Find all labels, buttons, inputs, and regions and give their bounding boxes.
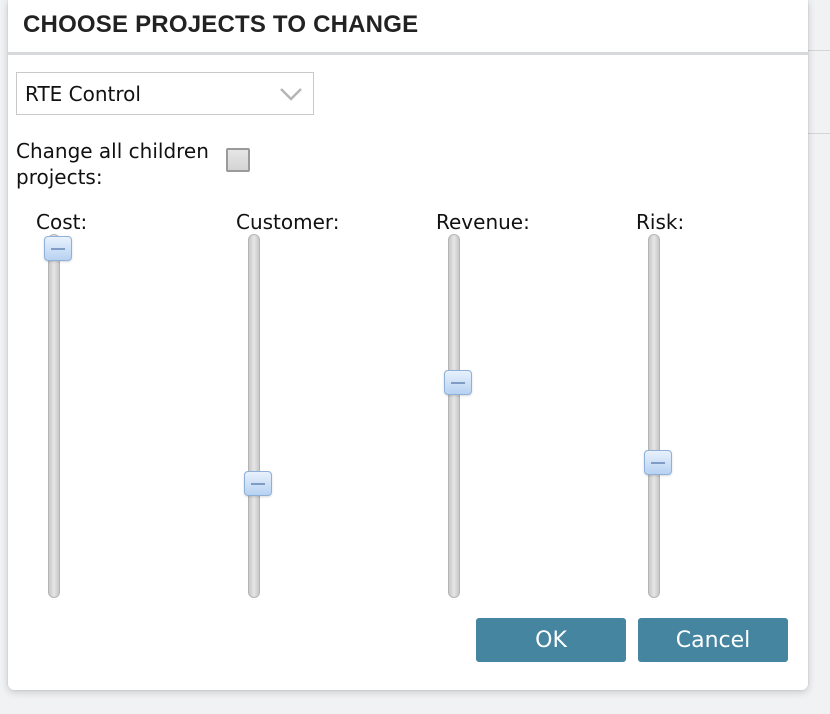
cost-slider-label: Cost: bbox=[36, 210, 88, 234]
risk-slider-track[interactable] bbox=[648, 234, 660, 598]
choose-projects-dialog: CHOOSE PROJECTS TO CHANGE RTE Control Ch… bbox=[8, 0, 808, 690]
customer-slider-thumb[interactable] bbox=[244, 471, 272, 496]
slider-grip bbox=[251, 483, 265, 485]
risk-slider-group: Risk: bbox=[616, 206, 776, 606]
customer-slider-track[interactable] bbox=[248, 234, 260, 598]
chevron-down-icon bbox=[280, 88, 302, 101]
project-select-value: RTE Control bbox=[25, 82, 141, 106]
revenue-slider-group: Revenue: bbox=[416, 206, 576, 606]
cost-slider-thumb[interactable] bbox=[44, 236, 72, 261]
background-strip bbox=[0, 698, 830, 714]
revenue-slider-label: Revenue: bbox=[436, 210, 530, 234]
dialog-title: CHOOSE PROJECTS TO CHANGE bbox=[23, 11, 419, 38]
children-projects-label: Change all children projects: bbox=[16, 139, 209, 189]
slider-grip bbox=[451, 382, 465, 384]
risk-slider-thumb[interactable] bbox=[644, 450, 672, 475]
revenue-slider-track[interactable] bbox=[448, 234, 460, 598]
children-projects-checkbox[interactable] bbox=[226, 148, 250, 172]
customer-slider-group: Customer: bbox=[216, 206, 376, 606]
cancel-button[interactable]: Cancel bbox=[638, 618, 788, 662]
dialog-header: CHOOSE PROJECTS TO CHANGE bbox=[8, 0, 808, 55]
cost-slider-group: Cost: bbox=[16, 206, 176, 606]
slider-grip bbox=[651, 462, 665, 464]
revenue-slider-thumb[interactable] bbox=[444, 370, 472, 395]
ok-button[interactable]: OK bbox=[476, 618, 626, 662]
cost-slider-track[interactable] bbox=[48, 234, 60, 598]
risk-slider-label: Risk: bbox=[636, 210, 685, 234]
project-select[interactable]: RTE Control bbox=[16, 72, 314, 115]
customer-slider-label: Customer: bbox=[236, 210, 340, 234]
slider-grip bbox=[51, 248, 65, 250]
